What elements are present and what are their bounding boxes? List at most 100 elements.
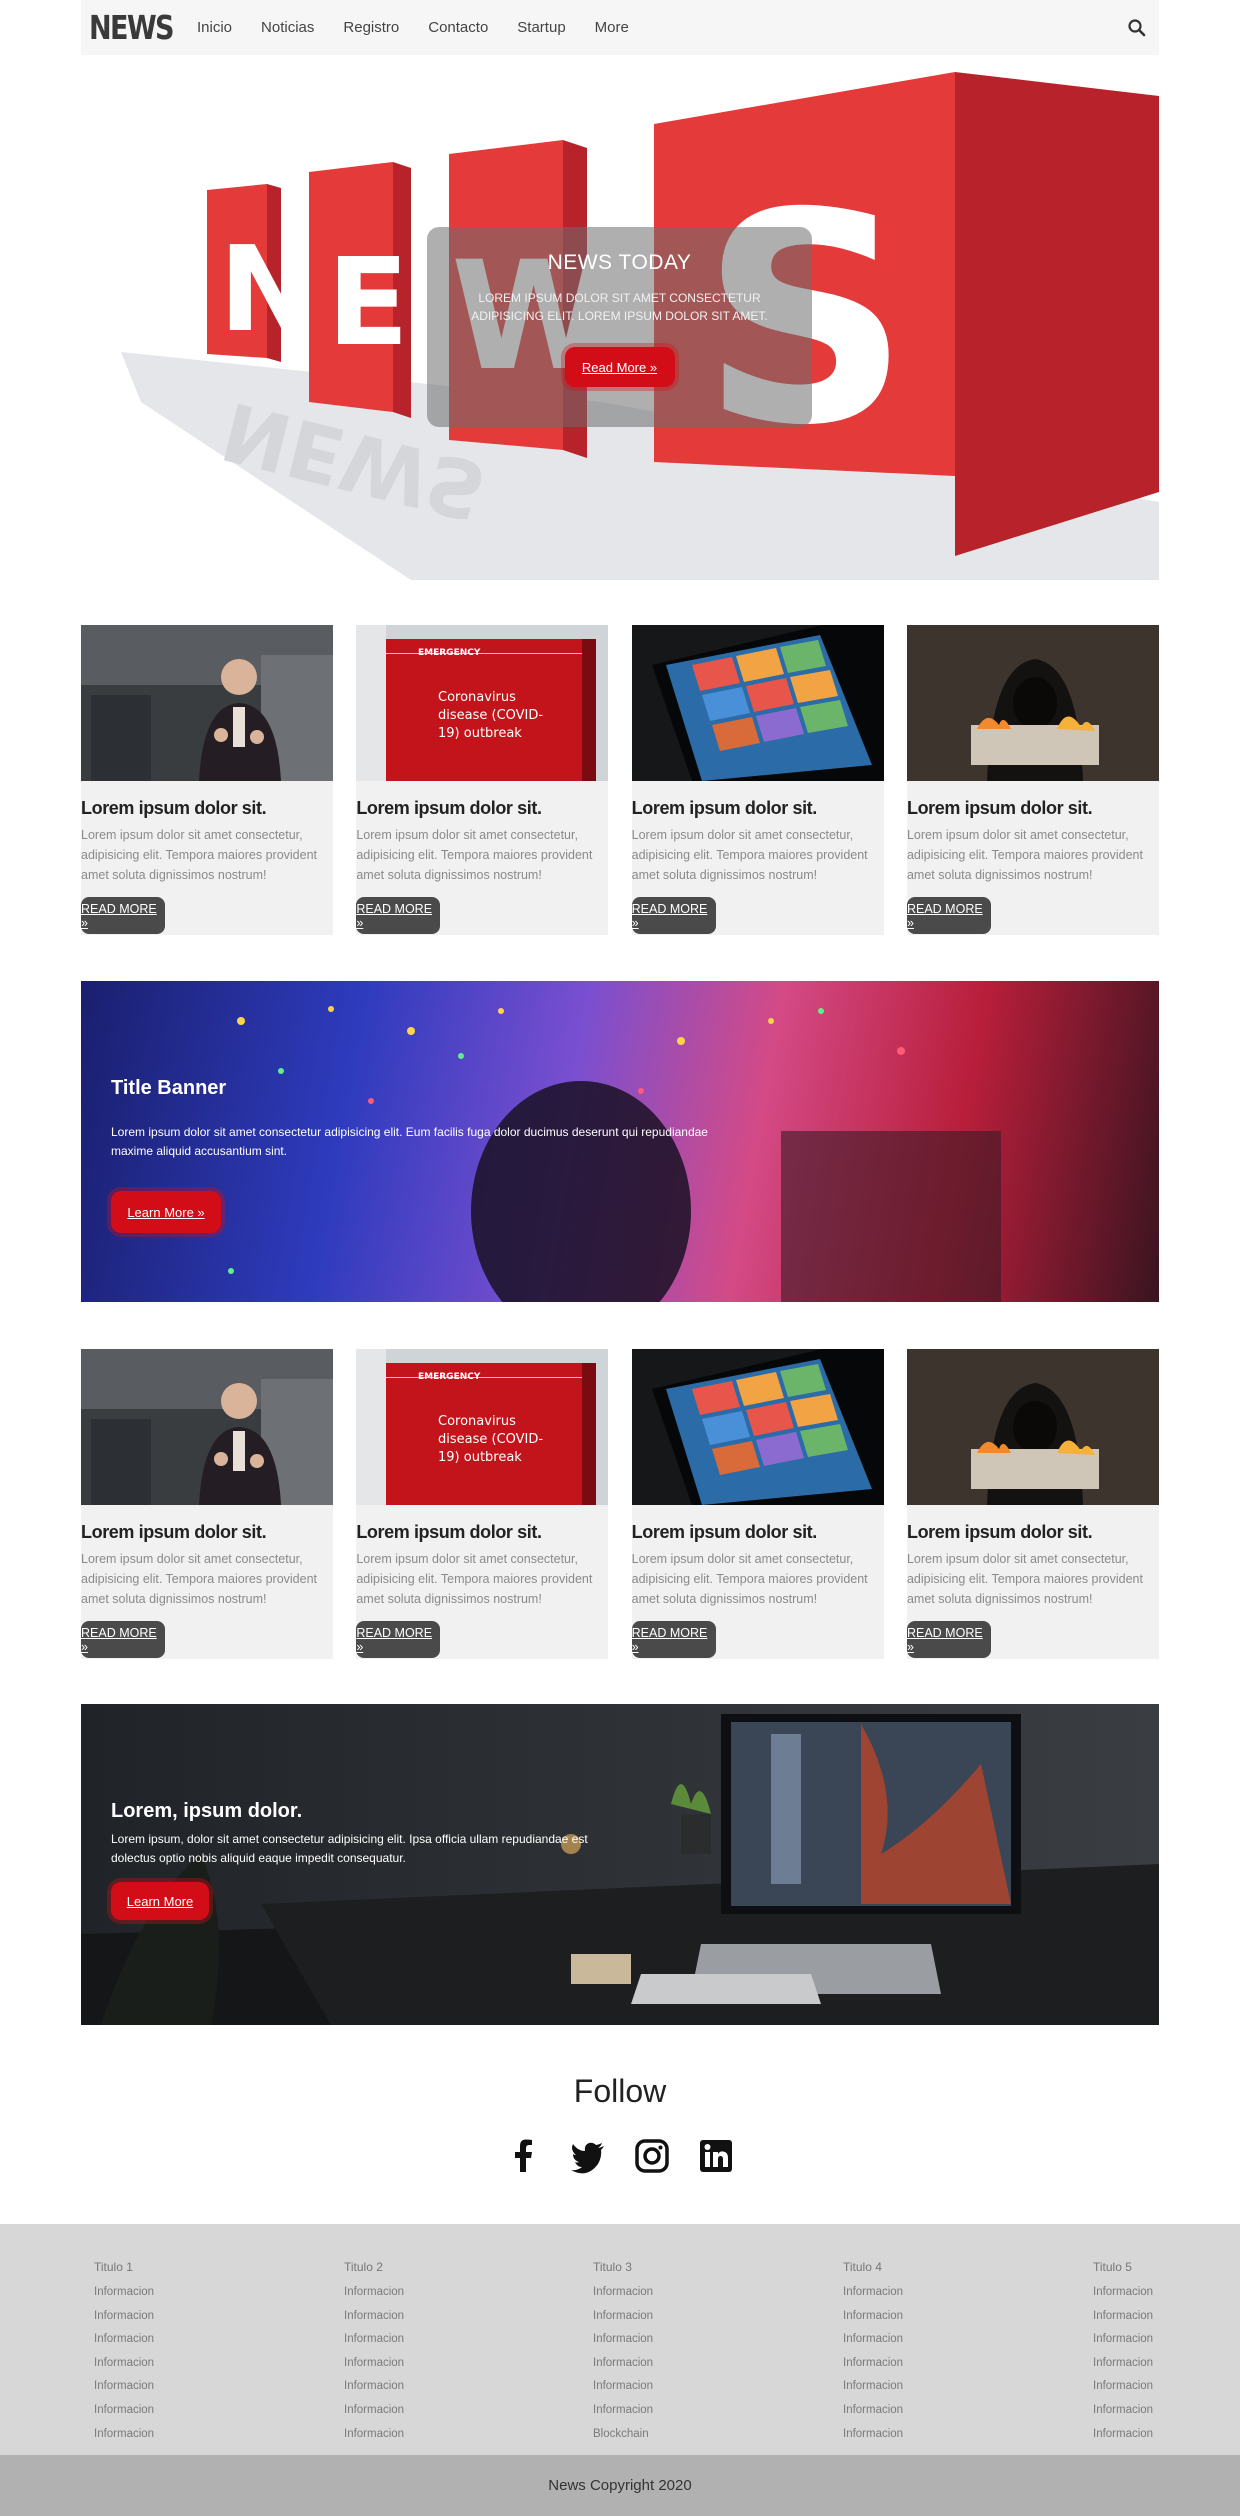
footer-link[interactable]: Informacion bbox=[843, 2423, 903, 2447]
emergency-label: EMERGENCY bbox=[418, 648, 481, 658]
card-image-hooded[interactable] bbox=[906, 1349, 1159, 1505]
footer-link[interactable]: Informacion bbox=[593, 2352, 653, 2376]
footer-link[interactable]: Informacion bbox=[593, 2399, 653, 2423]
nav-links: Inicio Noticias Registro Contacto Startu… bbox=[197, 19, 658, 36]
hero-title: NEWS TODAY bbox=[547, 251, 692, 274]
card-read-more-button[interactable]: READ MORE » bbox=[81, 1621, 165, 1658]
footer-link[interactable]: Informacion bbox=[344, 2281, 404, 2305]
banner-learn-more-button[interactable]: Learn More bbox=[111, 1882, 209, 1920]
card-image-hooded[interactable] bbox=[906, 625, 1159, 781]
card-title: Lorem ipsum dolor sit. bbox=[356, 1522, 542, 1542]
footer-link[interactable]: Informacion bbox=[94, 2305, 154, 2329]
nav-link-startup[interactable]: Startup bbox=[517, 19, 565, 36]
footer-link[interactable]: Informacion bbox=[1093, 2399, 1153, 2423]
card-image-presenter[interactable] bbox=[81, 1349, 333, 1505]
footer-link[interactable]: Informacion bbox=[344, 2352, 404, 2376]
footer-link[interactable]: Informacion bbox=[1093, 2423, 1153, 2447]
card-image-emergency[interactable]: EMERGENCY Coronavirus disease (COVID- 19… bbox=[356, 1349, 609, 1505]
footer-column-title: Titulo 5 bbox=[1093, 2260, 1132, 2274]
card-read-more-button[interactable]: READ MORE » bbox=[631, 1621, 716, 1658]
card-image-tablet[interactable] bbox=[631, 1349, 884, 1505]
nav-link-more[interactable]: More bbox=[595, 19, 629, 36]
footer-column-title: Titulo 1 bbox=[94, 2260, 133, 2274]
news-card: Lorem ipsum dolor sit. Lorem ipsum dolor… bbox=[906, 625, 1159, 935]
card-title: Lorem ipsum dolor sit. bbox=[81, 798, 267, 818]
footer-link[interactable]: Informacion bbox=[843, 2352, 903, 2376]
news-card: Lorem ipsum dolor sit. Lorem ipsum dolor… bbox=[81, 625, 333, 935]
card-text: Lorem ipsum dolor sit amet consectetur, … bbox=[906, 1552, 1143, 1606]
nav-link-registro[interactable]: Registro bbox=[343, 19, 399, 36]
footer-link[interactable]: Informacion bbox=[94, 2423, 154, 2447]
desk-banner: Lorem, ipsum dolor. Lorem ipsum, dolor s… bbox=[81, 1704, 1159, 2025]
footer-link[interactable]: Informacion bbox=[843, 2399, 903, 2423]
news-card: EMERGENCY Coronavirus disease (COVID- 19… bbox=[356, 625, 609, 935]
linkedin-icon[interactable] bbox=[698, 2138, 734, 2174]
news-card: Lorem ipsum dolor sit. Lorem ipsum dolor… bbox=[631, 1349, 884, 1659]
news-card: EMERGENCY Coronavirus disease (COVID- 19… bbox=[356, 1349, 609, 1659]
footer-link[interactable]: Informacion bbox=[1093, 2328, 1153, 2352]
follow-title: Follow bbox=[573, 2073, 667, 2109]
card-text: Lorem ipsum dolor sit amet consectetur, … bbox=[356, 1552, 593, 1606]
card-text: Lorem ipsum dolor sit amet consectetur, … bbox=[906, 828, 1143, 882]
footer-link[interactable]: Informacion bbox=[843, 2305, 903, 2329]
facebook-icon[interactable] bbox=[506, 2138, 542, 2174]
footer-link[interactable]: Informacion bbox=[593, 2305, 653, 2329]
card-image-presenter[interactable] bbox=[81, 625, 333, 781]
footer-link[interactable]: Informacion bbox=[344, 2305, 404, 2329]
instagram-icon[interactable] bbox=[634, 2138, 670, 2174]
footer-column-2: Titulo 2 Informacion Informacion Informa… bbox=[344, 2260, 404, 2446]
footer-link[interactable]: Informacion bbox=[843, 2328, 903, 2352]
footer-link[interactable]: Informacion bbox=[94, 2399, 154, 2423]
card-image-emergency[interactable]: EMERGENCY Coronavirus disease (COVID- 19… bbox=[356, 625, 609, 781]
social-icons bbox=[0, 2138, 1240, 2174]
card-read-more-button[interactable]: READ MORE » bbox=[631, 897, 716, 934]
footer-link[interactable]: Informacion bbox=[593, 2375, 653, 2399]
footer-link[interactable]: Informacion bbox=[593, 2281, 653, 2305]
card-text: Lorem ipsum dolor sit amet consectetur, … bbox=[81, 1552, 317, 1606]
footer-link[interactable]: Informacion bbox=[1093, 2305, 1153, 2329]
card-read-more-button[interactable]: READ MORE » bbox=[906, 1621, 991, 1658]
banner-learn-more-button[interactable]: Learn More » bbox=[111, 1191, 221, 1233]
footer-link[interactable]: Informacion bbox=[1093, 2375, 1153, 2399]
card-title: Lorem ipsum dolor sit. bbox=[906, 798, 1093, 818]
top-navbar: NEWS Inicio Noticias Registro Contacto S… bbox=[81, 0, 1159, 55]
footer-link[interactable]: Informacion bbox=[94, 2328, 154, 2352]
nav-link-contacto[interactable]: Contacto bbox=[428, 19, 488, 36]
banner-title: Lorem, ipsum dolor. bbox=[111, 1800, 303, 1822]
search-icon[interactable] bbox=[1127, 18, 1147, 38]
brand-logo[interactable]: NEWS bbox=[89, 8, 175, 47]
footer-column-title: Titulo 4 bbox=[843, 2260, 882, 2274]
footer-column-title: Titulo 3 bbox=[593, 2260, 632, 2274]
twitter-icon[interactable] bbox=[570, 2138, 606, 2174]
footer-link[interactable]: Blockchain bbox=[593, 2423, 653, 2447]
hero-read-more-button[interactable]: Read More » bbox=[564, 347, 675, 387]
footer-link[interactable]: Informacion bbox=[344, 2328, 404, 2352]
card-read-more-button[interactable]: READ MORE » bbox=[81, 897, 165, 934]
hero-text: LOREM IPSUM DOLOR SIT AMET CONSECTETUR A… bbox=[471, 291, 768, 323]
footer-link[interactable]: Informacion bbox=[94, 2281, 154, 2305]
letter-n: N bbox=[219, 220, 318, 358]
card-read-more-button[interactable]: READ MORE » bbox=[356, 1621, 441, 1658]
footer: Titulo 1 Informacion Informacion Informa… bbox=[0, 2224, 1240, 2455]
nav-link-noticias[interactable]: Noticias bbox=[261, 19, 314, 36]
footer-column-3: Titulo 3 Informacion Informacion Informa… bbox=[593, 2260, 653, 2446]
footer-link[interactable]: Informacion bbox=[344, 2423, 404, 2447]
footer-link[interactable]: Informacion bbox=[344, 2399, 404, 2423]
footer-link[interactable]: Informacion bbox=[843, 2375, 903, 2399]
card-title: Lorem ipsum dolor sit. bbox=[356, 798, 542, 818]
footer-link[interactable]: Informacion bbox=[344, 2375, 404, 2399]
footer-link[interactable]: Informacion bbox=[843, 2281, 903, 2305]
footer-link[interactable]: Informacion bbox=[1093, 2281, 1153, 2305]
card-read-more-button[interactable]: READ MORE » bbox=[356, 897, 441, 934]
footer-link[interactable]: Informacion bbox=[94, 2352, 154, 2376]
card-image-tablet[interactable] bbox=[631, 625, 884, 781]
footer-link[interactable]: Informacion bbox=[94, 2375, 154, 2399]
card-read-more-button[interactable]: READ MORE » bbox=[906, 897, 991, 934]
footer-link[interactable]: Informacion bbox=[593, 2328, 653, 2352]
banner-text: Lorem ipsum, dolor sit amet consectetur … bbox=[111, 1832, 588, 1865]
footer-link[interactable]: Informacion bbox=[1093, 2352, 1153, 2376]
nav-link-inicio[interactable]: Inicio bbox=[197, 19, 232, 36]
hero-overlay-box: NEWS TODAY LOREM IPSUM DOLOR SIT AMET CO… bbox=[427, 227, 812, 427]
emergency-label: EMERGENCY bbox=[418, 1372, 481, 1382]
hero-section: NEWS N E W S NEWS TODAY LOREM IPSUM DOLO… bbox=[81, 72, 1159, 580]
